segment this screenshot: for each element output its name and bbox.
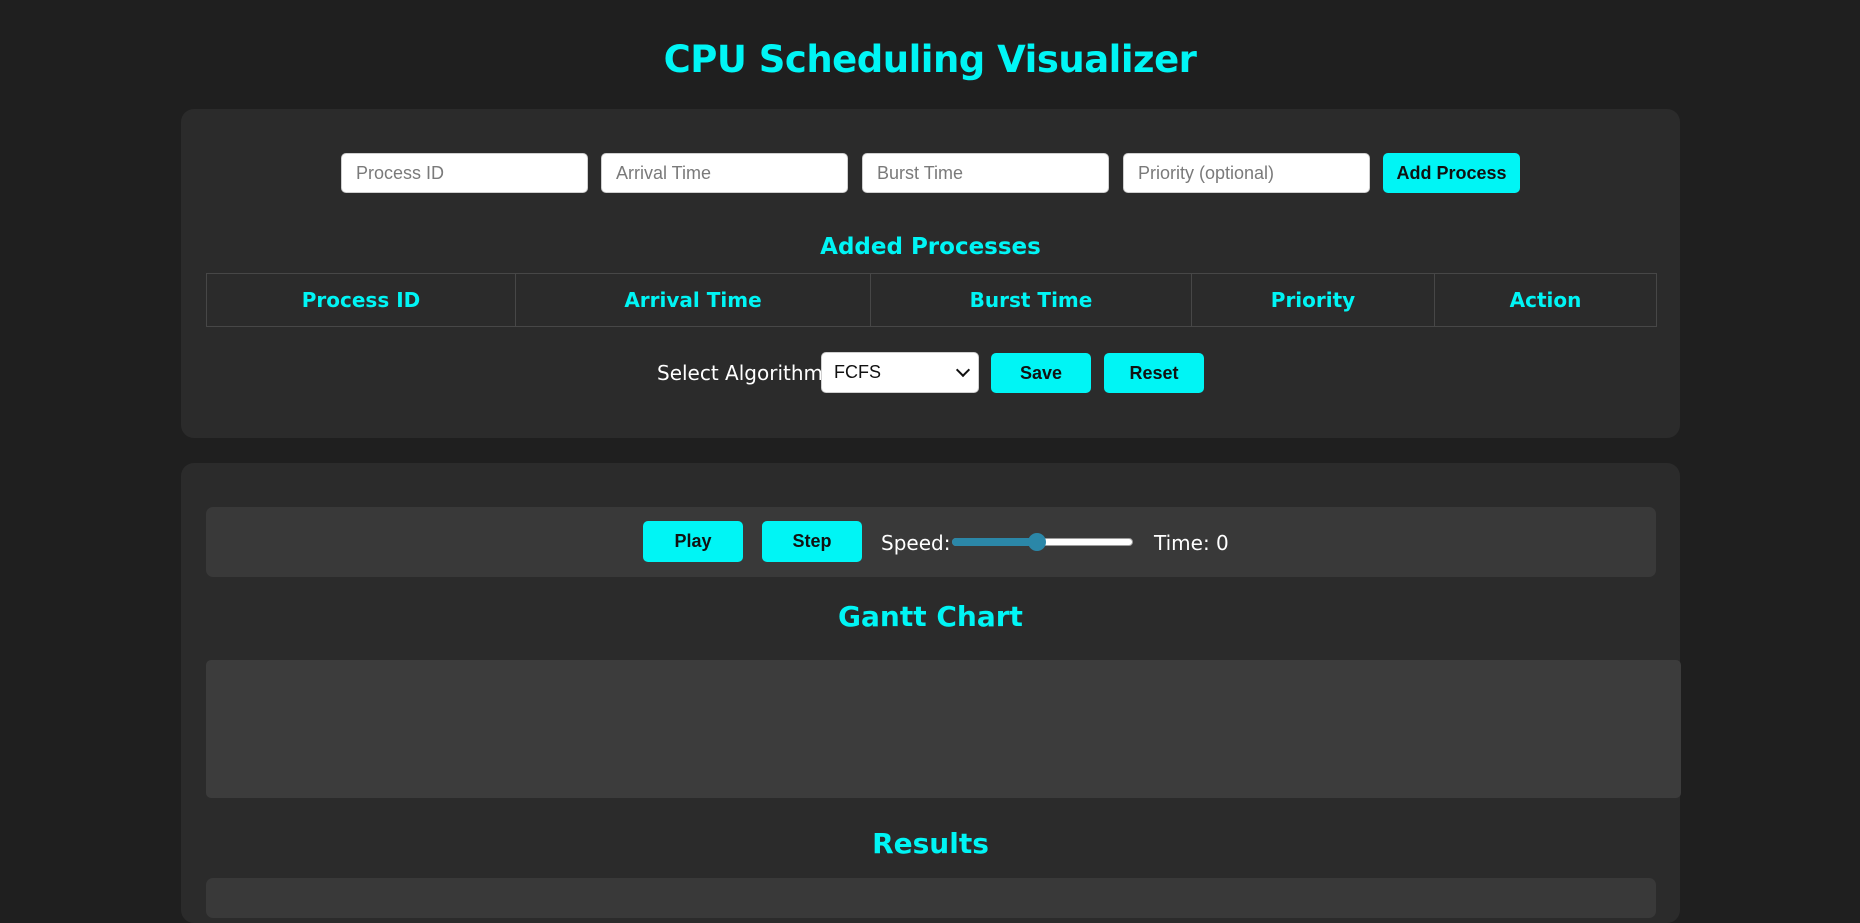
speed-label: Speed: xyxy=(881,531,951,555)
column-header-burst-time: Burst Time xyxy=(870,273,1192,327)
speed-slider[interactable] xyxy=(952,533,1133,551)
gantt-chart-heading: Gantt Chart xyxy=(838,600,1023,633)
chevron-down-icon xyxy=(955,362,971,378)
play-button[interactable]: Play xyxy=(643,521,743,562)
burst-time-input[interactable] xyxy=(862,153,1109,193)
column-header-arrival-time: Arrival Time xyxy=(515,273,871,327)
results-area xyxy=(206,878,1656,918)
process-id-input[interactable] xyxy=(341,153,588,193)
add-process-button[interactable]: Add Process xyxy=(1383,153,1520,193)
column-header-process-id: Process ID xyxy=(206,273,516,327)
column-header-action: Action xyxy=(1434,273,1657,327)
algorithm-label: Select Algorithm: xyxy=(657,361,830,385)
algorithm-select[interactable]: FCFS xyxy=(821,352,979,393)
added-processes-heading: Added Processes xyxy=(820,234,1041,260)
gantt-chart-area xyxy=(206,660,1681,798)
process-table: Process ID Arrival Time Burst Time Prior… xyxy=(206,273,1657,327)
save-button[interactable]: Save xyxy=(991,353,1091,393)
page-title: CPU Scheduling Visualizer xyxy=(663,38,1197,81)
slider-track-fill xyxy=(952,538,1038,546)
algorithm-selected-value: FCFS xyxy=(834,362,881,382)
step-button[interactable]: Step xyxy=(762,521,862,562)
priority-input[interactable] xyxy=(1123,153,1370,193)
table-header-row: Process ID Arrival Time Burst Time Prior… xyxy=(206,273,1657,327)
arrival-time-input[interactable] xyxy=(601,153,848,193)
column-header-priority: Priority xyxy=(1191,273,1435,327)
reset-button[interactable]: Reset xyxy=(1104,353,1204,393)
slider-thumb[interactable] xyxy=(1028,533,1047,551)
time-display: Time: 0 xyxy=(1154,531,1229,555)
results-heading: Results xyxy=(872,827,989,860)
